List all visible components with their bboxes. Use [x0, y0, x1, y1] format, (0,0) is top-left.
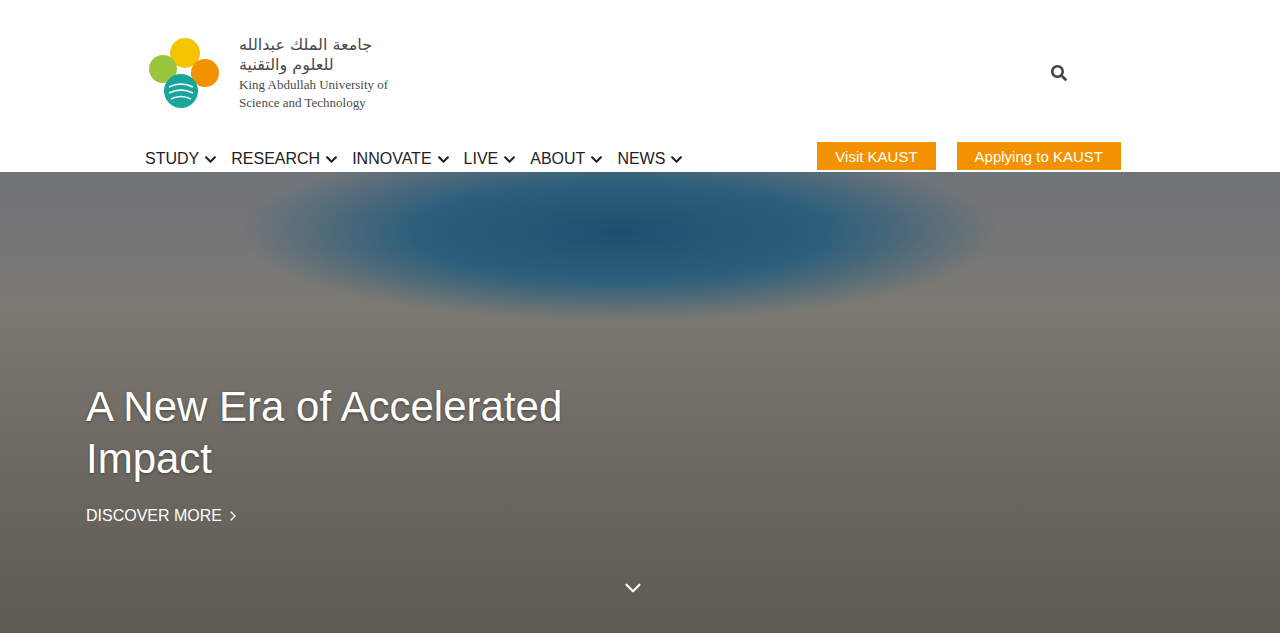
logo-arabic: جامعة الملك عبدالله — [239, 35, 388, 55]
header-top: جامعة الملك عبداللهللعلوم والتقنية King A… — [145, 35, 1121, 111]
nav-item[interactable]: ABOUT — [530, 149, 603, 169]
header-buttons: Visit KAUST Applying to KAUST — [817, 142, 1121, 172]
nav-item[interactable]: RESEARCH — [231, 149, 338, 169]
hero: A New Era of Accelerated Impact DISCOVER … — [0, 172, 1280, 633]
orange-button[interactable]: Applying to KAUST — [957, 142, 1121, 170]
chevron-down-icon — [590, 153, 603, 166]
discover-more-link[interactable]: DISCOVER MORE — [86, 507, 1280, 525]
chevron-down-icon — [620, 575, 646, 601]
chevron-down-icon — [503, 153, 516, 166]
chevron-down-icon — [670, 153, 683, 166]
nav-item[interactable]: LIVE — [464, 149, 517, 169]
search-button[interactable] — [1047, 61, 1071, 85]
nav-item[interactable]: INNOVATE — [352, 149, 449, 169]
orange-button[interactable]: Visit KAUST — [817, 142, 935, 170]
logo-english: King Abdullah University of — [239, 77, 388, 93]
chevron-down-icon — [204, 153, 217, 166]
scroll-down[interactable] — [620, 575, 646, 601]
nav-item[interactable]: STUDY — [145, 149, 217, 169]
header: جامعة الملك عبداللهللعلوم والتقنية King A… — [0, 0, 1280, 172]
header-bottom: STUDY RESEARCH INNOVATE LIVE ABOUT NEWS Visit … — [145, 142, 1121, 172]
chevron-right-icon — [225, 508, 241, 524]
logo-arabic: للعلوم والتقنية — [239, 55, 388, 75]
chevron-down-icon — [437, 153, 450, 166]
nav-item[interactable]: NEWS — [617, 149, 683, 169]
kaust-logo-icon — [145, 35, 221, 111]
logo-english: Science and Technology — [239, 95, 388, 111]
hero-title: A New Era of Accelerated Impact — [86, 381, 686, 485]
search-icon — [1051, 65, 1067, 81]
main-nav: STUDY RESEARCH INNOVATE LIVE ABOUT NEWS — [145, 149, 683, 172]
chevron-down-icon — [325, 153, 338, 166]
page: جامعة الملك عبداللهللعلوم والتقنية King A… — [0, 0, 1280, 633]
logo[interactable]: جامعة الملك عبداللهللعلوم والتقنية King A… — [145, 35, 388, 111]
logo-text: جامعة الملك عبداللهللعلوم والتقنية King A… — [239, 35, 388, 111]
